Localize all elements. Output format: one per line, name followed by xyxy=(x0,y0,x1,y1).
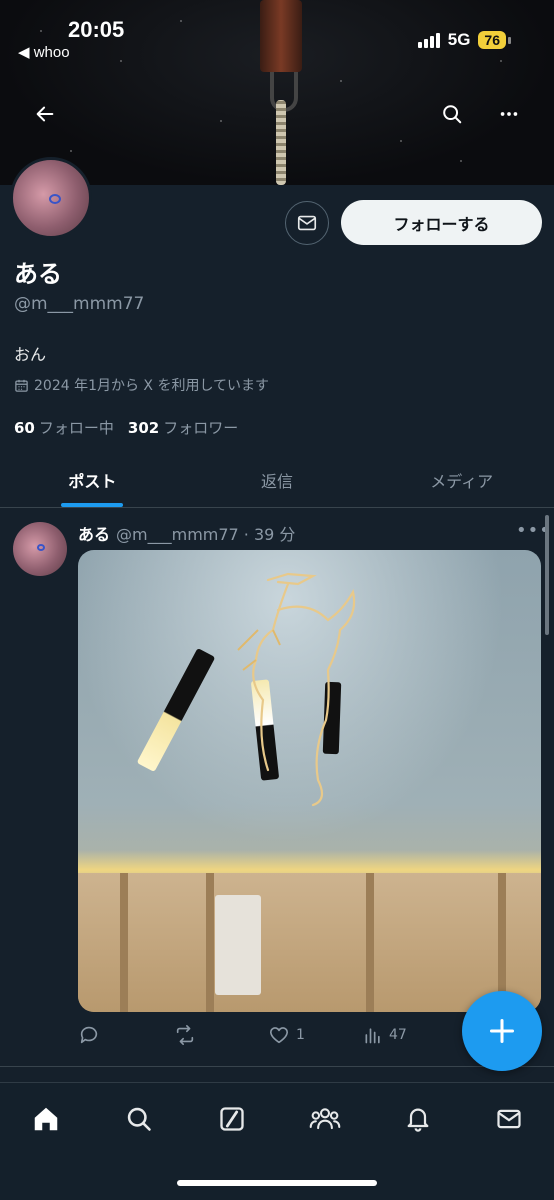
arrow-left-icon xyxy=(36,106,54,122)
home-indicator xyxy=(177,1180,377,1186)
joined-text: 2024 年1月から X を利用しています xyxy=(34,378,270,394)
post-handle-time: @m___mmm77 · 39 分 xyxy=(116,525,296,544)
bell-icon xyxy=(407,1108,429,1132)
following-count: 60 xyxy=(14,419,35,437)
follow-counts: 60 フォロー中 302 フォロワー xyxy=(14,417,238,438)
envelope-icon xyxy=(297,215,317,231)
post-header: ある @m___mmm77 · 39 分 xyxy=(78,521,295,545)
wood-panel xyxy=(78,873,541,1012)
communities-icon xyxy=(309,1108,341,1130)
heart-icon xyxy=(269,1027,289,1044)
followers-link[interactable]: 302 フォロワー xyxy=(128,417,238,438)
profile-handle: @m___mmm77 xyxy=(14,294,145,314)
profile-tabs: ポスト 返信 メディア xyxy=(0,452,554,508)
tab-media[interactable]: メディア xyxy=(369,452,554,507)
profile-avatar[interactable] xyxy=(10,157,92,239)
nav-messages[interactable] xyxy=(491,1101,527,1137)
envelope-icon xyxy=(497,1109,521,1129)
post-author-name[interactable]: ある xyxy=(78,521,110,545)
nav-notifications[interactable] xyxy=(400,1101,436,1137)
status-time: 20:05 xyxy=(68,17,125,42)
search-icon xyxy=(127,1107,151,1131)
search-icon xyxy=(443,105,462,124)
battery-icon: 76 xyxy=(478,31,511,49)
profile-bio: おん xyxy=(14,345,47,364)
tab-posts[interactable]: ポスト xyxy=(0,452,185,507)
network-type: 5G xyxy=(447,30,471,49)
banner-rope xyxy=(276,100,286,185)
post-avatar[interactable] xyxy=(13,522,67,576)
follow-button[interactable]: フォローする xyxy=(341,200,542,245)
compose-button[interactable] xyxy=(462,991,542,1071)
scrollbar[interactable] xyxy=(545,515,549,635)
tab-replies[interactable]: 返信 xyxy=(185,452,370,507)
signal-icon xyxy=(417,32,440,48)
post-divider xyxy=(0,1066,554,1067)
home-icon xyxy=(34,1107,58,1131)
plus-icon xyxy=(489,1018,515,1044)
like-count: 1 xyxy=(296,1027,305,1043)
nav-communities[interactable] xyxy=(307,1101,343,1137)
back-button[interactable] xyxy=(27,96,63,132)
following-label: フォロー中 xyxy=(38,419,114,437)
repost-icon xyxy=(176,1025,194,1045)
repost-button[interactable] xyxy=(173,1024,268,1046)
message-button[interactable] xyxy=(285,201,329,245)
nav-grok[interactable] xyxy=(214,1101,250,1137)
following-link[interactable]: 60 フォロー中 xyxy=(14,417,114,438)
more-icon xyxy=(500,112,518,116)
views-count: 47 xyxy=(389,1027,407,1043)
profile-name: ある xyxy=(14,260,62,288)
search-button[interactable] xyxy=(434,96,470,132)
banner-crane-block xyxy=(260,0,302,72)
status-back-app[interactable]: ◀ whoo xyxy=(18,43,70,61)
joined-date: 2024 年1月から X を利用しています xyxy=(14,375,269,395)
light-switch-plate xyxy=(215,895,261,995)
grok-icon xyxy=(220,1107,244,1131)
more-button[interactable] xyxy=(491,96,527,132)
followers-count: 302 xyxy=(127,419,160,437)
nav-home[interactable] xyxy=(28,1101,64,1137)
nav-search[interactable] xyxy=(121,1101,157,1137)
post-image[interactable] xyxy=(78,550,541,1012)
status-indicators: 5G 76 xyxy=(417,30,511,50)
views-button[interactable]: 47 xyxy=(363,1025,458,1045)
reply-icon xyxy=(80,1026,98,1044)
bar-chart-icon xyxy=(365,1028,380,1044)
reply-button[interactable] xyxy=(78,1024,173,1046)
followers-label: フォロワー xyxy=(163,419,239,437)
like-button[interactable]: 1 xyxy=(268,1024,363,1046)
wire-sculpture xyxy=(237,572,356,807)
post-actions: 1 47 xyxy=(78,1020,458,1050)
calendar-icon xyxy=(15,379,28,392)
